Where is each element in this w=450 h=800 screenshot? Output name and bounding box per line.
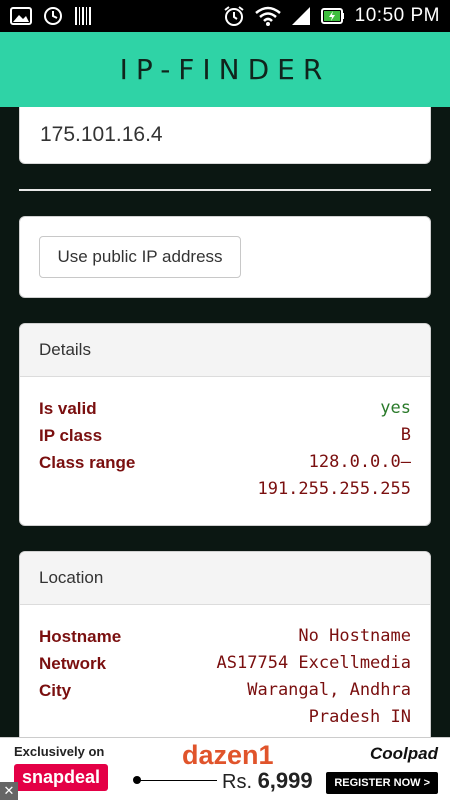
location-row-city: City Warangal, Andhra Pradesh IN <box>39 677 411 731</box>
location-value: AS17754 Excellmedia <box>216 653 411 673</box>
barcode-icon <box>74 6 92 26</box>
snapdeal-logo: snapdeal <box>14 764 109 791</box>
dazen-logo: dazen1 <box>182 740 274 770</box>
detail-key: IP class <box>39 426 103 445</box>
divider <box>19 189 431 191</box>
location-key: City <box>39 681 72 700</box>
detail-value: B <box>400 425 411 445</box>
ad-exclusive-text: Exclusively on <box>14 744 105 759</box>
status-left-icons <box>10 6 92 26</box>
ip-address-input[interactable]: 175.101.16.4 <box>19 107 431 164</box>
price-value: 6,999 <box>257 768 313 793</box>
detail-key: Class range <box>39 453 136 472</box>
details-card: Details Is valid yes IP class B Class ra… <box>19 323 431 526</box>
battery-charging-icon <box>320 6 345 26</box>
slider-line <box>137 780 217 781</box>
location-row-network: Network AS17754 Excellmedia <box>39 650 411 677</box>
detail-value: 128.0.0.0– 191.255.255.255 <box>257 452 411 499</box>
status-bar: 10:50 PM <box>0 0 450 32</box>
app-title: IP-FINDER <box>119 53 331 86</box>
location-key: Network <box>39 654 107 673</box>
image-icon <box>10 7 32 25</box>
detail-row-is-valid: Is valid yes <box>39 395 411 422</box>
app-header: IP-FINDER <box>0 32 450 107</box>
location-value: Warangal, Andhra Pradesh IN <box>247 680 411 727</box>
location-key: Hostname <box>39 627 122 646</box>
coolpad-logo: Coolpad <box>370 744 438 763</box>
use-public-ip-button[interactable]: Use public IP address <box>39 236 241 278</box>
ad-banner[interactable]: Exclusively on snapdeal ✕ dazen1 Rs. 6,9… <box>0 737 450 800</box>
main-content: 175.101.16.4 Use public IP address Detai… <box>0 107 450 737</box>
location-rows: Hostname No Hostname Network AS17754 Exc… <box>20 605 430 731</box>
status-time: 10:50 PM <box>354 5 440 26</box>
detail-row-ip-class: IP class B <box>39 422 411 449</box>
status-right-icons: 10:50 PM <box>223 5 440 27</box>
sync-icon <box>42 6 64 26</box>
location-value: No Hostname <box>298 626 411 646</box>
ad-price: Rs. 6,999 <box>222 768 313 794</box>
location-card: Location Hostname No Hostname Network AS… <box>19 551 431 737</box>
signal-icon <box>291 6 311 26</box>
location-row-hostname: Hostname No Hostname <box>39 623 411 650</box>
register-now-button[interactable]: REGISTER NOW > <box>326 772 438 794</box>
wifi-icon <box>254 6 281 26</box>
detail-row-class-range: Class range 128.0.0.0– 191.255.255.255 <box>39 449 411 503</box>
location-title: Location <box>20 552 430 605</box>
detail-key: Is valid <box>39 399 97 418</box>
ad-close-icon[interactable]: ✕ <box>0 782 18 800</box>
details-rows: Is valid yes IP class B Class range 128.… <box>20 377 430 503</box>
detail-value: yes <box>380 398 411 418</box>
action-card: Use public IP address <box>19 216 431 298</box>
details-title: Details <box>20 324 430 377</box>
price-prefix: Rs. <box>222 771 252 793</box>
alarm-icon <box>223 5 245 27</box>
